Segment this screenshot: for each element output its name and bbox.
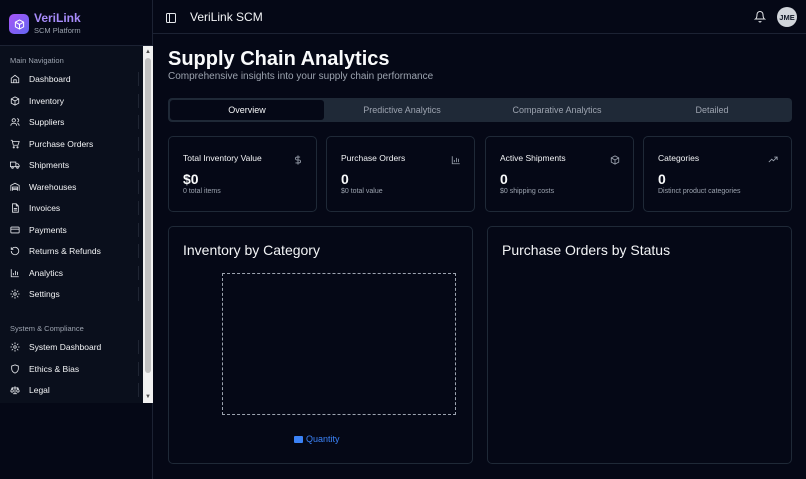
nav-panel: Main Navigation Dashboard Inventory Supp… (0, 46, 153, 403)
stat-label: Active Shipments (500, 153, 566, 163)
stat-subtext: $0 total value (341, 188, 383, 195)
sidebar-item-label: Analytics (29, 268, 64, 278)
sidebar-item-label: Warehouses (29, 182, 77, 192)
inventory-chart-area (222, 273, 456, 415)
package-icon (610, 152, 620, 165)
stat-card-active-shipments: Active Shipments 0 $0 shipping costs (485, 136, 634, 212)
sidebar-item-shipments[interactable]: Shipments (0, 155, 139, 175)
stat-value: 0 (500, 171, 508, 187)
chart-legend[interactable]: Quantity (294, 434, 340, 444)
sidebar-item-label: Shipments (29, 160, 70, 170)
home-icon (10, 74, 20, 84)
legend-label: Quantity (306, 434, 340, 444)
sidebar-item-suppliers[interactable]: Suppliers (0, 112, 139, 132)
sidebar-toggle-icon[interactable] (165, 11, 177, 23)
package-logo-icon (9, 14, 29, 34)
sidebar-item-analytics[interactable]: Analytics (0, 263, 139, 283)
sidebar-item-purchase-orders[interactable]: Purchase Orders (0, 134, 139, 154)
avatar[interactable]: JME (777, 7, 797, 27)
sidebar-item-payments[interactable]: Payments (0, 220, 139, 240)
stat-subtext: Distinct product categories (658, 188, 741, 195)
stat-label: Total Inventory Value (183, 153, 262, 163)
sidebar-item-warehouses[interactable]: Warehouses (0, 177, 139, 197)
brand-subtitle: SCM Platform (34, 26, 81, 35)
stat-value: 0 (658, 171, 666, 187)
sidebar-scrollbar[interactable]: ▲ ▼ (143, 46, 153, 403)
top-header: VeriLink SCM JME (153, 0, 806, 34)
bell-icon[interactable] (753, 10, 767, 23)
header-title: VeriLink SCM (190, 10, 263, 24)
stat-value: $0 (183, 171, 199, 187)
analytics-tabs: Overview Predictive Analytics Comparativ… (168, 98, 792, 122)
sidebar-item-label: Settings (29, 289, 60, 299)
trending-up-icon (768, 152, 778, 163)
brand-title: VeriLink (34, 11, 81, 25)
panel-title: Purchase Orders by Status (502, 242, 671, 258)
rotate-icon (10, 246, 20, 256)
sidebar-item-ethics[interactable]: Ethics & Bias (0, 359, 139, 379)
sidebar-item-label: Dashboard (29, 74, 71, 84)
tab-overview[interactable]: Overview (170, 100, 324, 120)
cart-icon (10, 139, 20, 149)
sidebar-item-label: Payments (29, 225, 67, 235)
stat-label: Categories (658, 153, 700, 163)
sidebar-item-label: Invoices (29, 203, 61, 213)
tab-predictive-analytics[interactable]: Predictive Analytics (325, 100, 479, 120)
panel-title: Inventory by Category (183, 242, 320, 258)
section-label-main: Main Navigation (10, 56, 64, 65)
sidebar-item-label: Returns & Refunds (29, 246, 101, 256)
scroll-up-icon[interactable]: ▲ (143, 47, 153, 57)
sidebar-item-dashboard[interactable]: Dashboard (0, 69, 139, 89)
credit-card-icon (10, 225, 20, 235)
tab-detailed[interactable]: Detailed (635, 100, 789, 120)
section-label-system: System & Compliance (10, 324, 84, 333)
stat-card-inventory-value: Total Inventory Value $0 0 total items (168, 136, 317, 212)
dollar-icon (293, 152, 303, 165)
purchase-orders-by-status-panel: Purchase Orders by Status (487, 226, 792, 464)
sidebar-item-returns[interactable]: Returns & Refunds (0, 241, 139, 261)
sidebar: VeriLink SCM Platform Main Navigation Da… (0, 0, 153, 479)
stat-value: 0 (341, 171, 349, 187)
scroll-down-icon[interactable]: ▼ (143, 392, 153, 402)
tab-comparative-analytics[interactable]: Comparative Analytics (480, 100, 634, 120)
sidebar-item-label: Purchase Orders (29, 139, 94, 149)
sidebar-item-label: Inventory (29, 96, 64, 106)
sidebar-item-legal[interactable]: Legal (0, 380, 139, 400)
brand[interactable]: VeriLink SCM Platform (9, 12, 81, 36)
box-icon (10, 96, 20, 106)
truck-icon (10, 160, 20, 170)
bar-chart-icon (451, 152, 461, 165)
sidebar-item-label: Legal (29, 385, 50, 395)
gear-icon (10, 289, 20, 299)
legend-swatch (294, 435, 303, 443)
stat-subtext: $0 shipping costs (500, 188, 555, 195)
gear-icon (10, 342, 20, 352)
sidebar-item-invoices[interactable]: Invoices (0, 198, 139, 218)
inventory-by-category-panel: Inventory by Category Quantity (168, 226, 473, 464)
bar-chart-icon (10, 268, 20, 278)
sidebar-item-system-dashboard[interactable]: System Dashboard (0, 337, 139, 357)
stat-subtext: 0 total items (183, 188, 221, 195)
users-icon (10, 117, 20, 127)
stat-card-categories: Categories 0 Distinct product categories (643, 136, 792, 212)
sidebar-item-label: System Dashboard (29, 342, 102, 352)
sidebar-item-label: Ethics & Bias (29, 364, 80, 374)
page-subtitle: Comprehensive insights into your supply … (168, 71, 434, 82)
page-title: Supply Chain Analytics (168, 48, 390, 70)
stat-label: Purchase Orders (341, 153, 406, 163)
sidebar-item-inventory[interactable]: Inventory (0, 91, 139, 111)
sidebar-item-label: Suppliers (29, 117, 65, 127)
file-icon (10, 203, 20, 213)
stat-card-purchase-orders: Purchase Orders 0 $0 total value (326, 136, 475, 212)
shield-icon (10, 364, 20, 374)
warehouse-icon (10, 182, 20, 192)
scroll-thumb[interactable] (145, 58, 151, 373)
sidebar-item-settings[interactable]: Settings (0, 284, 139, 304)
scale-icon (10, 385, 20, 395)
